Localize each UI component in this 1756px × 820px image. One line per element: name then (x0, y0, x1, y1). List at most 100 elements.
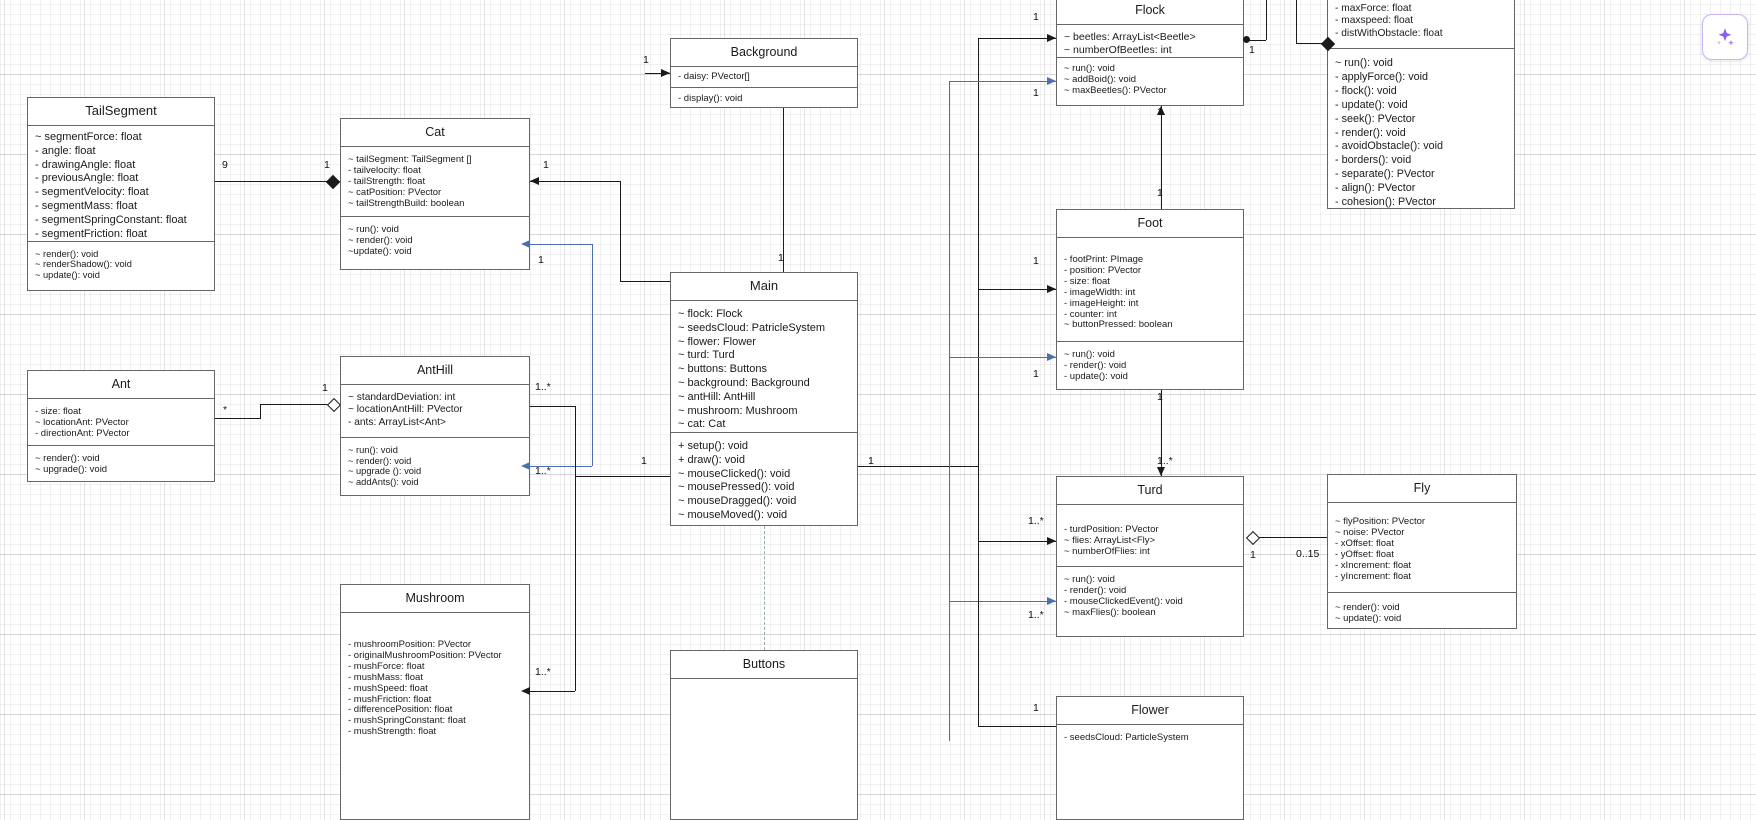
attribute-row: - footPrint: PImage (1064, 255, 1144, 265)
class-box-cat[interactable]: Cat ~ tailSegment: TailSegment [] - tail… (340, 118, 530, 270)
class-methods-tailsegment: ~ render(): void ~ renderShadow(): void … (28, 242, 214, 286)
arrowhead-foot (1047, 285, 1056, 293)
multiplicity-label: 1 (1033, 11, 1039, 23)
class-box-flock[interactable]: Flock ~ beetles: ArrayList<Beetle> ~ num… (1056, 0, 1244, 106)
multiplicity-label: 1 (1033, 368, 1039, 380)
multiplicity-label: * (223, 404, 228, 416)
attribute-row: ~ antHill: AntHill (678, 390, 756, 403)
class-methods-fly: ~ render(): void ~ update(): void (1328, 593, 1516, 631)
class-box-anthill[interactable]: AntHill ~ standardDeviation: int ~ locat… (340, 356, 530, 496)
class-methods-foot: ~ run(): void - render(): void - update(… (1057, 342, 1243, 389)
attribute-row: - daisy: PVector[] (678, 72, 750, 82)
method-row: ~update(): void (348, 246, 412, 257)
edge-buttons-main (764, 526, 765, 650)
class-box-mushroom[interactable]: Mushroom - mushroomPosition: PVector - o… (340, 584, 530, 820)
multiplicity-label: 1 (1157, 187, 1163, 199)
class-box-flower[interactable]: Flower - seedsCloud: ParticleSystem (1056, 696, 1244, 820)
class-attributes-fly: ~ flyPosition: PVector ~ noise: PVector … (1328, 503, 1516, 593)
ai-assistant-button[interactable] (1702, 14, 1748, 60)
class-box-turd[interactable]: Turd - turdPosition: PVector ~ flies: Ar… (1056, 476, 1244, 637)
multiplicity-label: 9 (222, 159, 228, 171)
class-box-buttons[interactable]: Buttons (670, 650, 858, 820)
multiplicity-label: 1 (1249, 44, 1255, 56)
arrowhead-background (661, 69, 670, 77)
edge-anthill-main-v (592, 244, 593, 466)
class-box-beetle[interactable]: - maxForce: float - maxspeed: float - di… (1327, 0, 1515, 209)
attribute-row: - segmentMass: float (35, 199, 138, 212)
method-row: ~ mouseClicked(): void (678, 467, 791, 480)
class-attributes-mushroom: - mushroomPosition: PVector - originalMu… (341, 613, 529, 744)
multiplicity-label: 0..15 (1296, 548, 1320, 560)
method-row: ~ addAnts(): void (348, 476, 419, 487)
method-row: - avoidObstacle(): void (1335, 140, 1444, 153)
edge-cat-main (530, 181, 620, 182)
multiplicity-label: 1 (538, 254, 544, 266)
diagram-canvas[interactable]: TailSegment ~ segmentForce: float - angl… (0, 0, 1756, 820)
class-box-ant[interactable]: Ant - size: float ~ locationAnt: PVector… (27, 370, 215, 482)
attribute-row: - mushroomPosition: PVector (348, 640, 472, 650)
class-box-main[interactable]: Main ~ flock: Flock ~ seedsCloud: Patric… (670, 272, 858, 526)
multiplicity-label: 1..* (1028, 609, 1044, 621)
class-title-turd: Turd (1057, 477, 1243, 505)
attribute-row: - maxForce: float (1335, 3, 1412, 14)
arrowhead-anthill-a (521, 240, 530, 248)
attribute-row: ~ seedsCloud: PatricleSystem (678, 321, 826, 334)
multiplicity-label: 1..* (535, 666, 551, 678)
method-row: ~ mousePressed(): void (678, 481, 795, 494)
attribute-row: - yOffset: float (1335, 549, 1394, 560)
attribute-row: ~ numberOfFlies: int (1064, 546, 1150, 557)
attribute-row: - turdPosition: PVector (1064, 525, 1159, 535)
edge-cat-main-vert (620, 181, 621, 281)
attribute-row: - mushMass: float (348, 672, 423, 683)
class-box-background[interactable]: Background - daisy: PVector[] - display(… (670, 38, 858, 108)
attribute-row: ~ buttons: Buttons (678, 363, 767, 376)
class-attributes-buttons (671, 679, 857, 690)
edge-blue-turd (949, 601, 1056, 602)
method-row: - align(): PVector (1335, 182, 1416, 195)
edge-trunk-flower (978, 726, 1056, 727)
edge-trunk-flower-v (978, 541, 979, 727)
class-box-fly[interactable]: Fly ~ flyPosition: PVector ~ noise: PVec… (1327, 474, 1517, 629)
attribute-row: ~ background: Background (678, 376, 810, 389)
attribute-row: - angle: float (35, 144, 96, 157)
class-title-tailsegment: TailSegment (28, 98, 214, 126)
attribute-row: - mushForce: float (348, 661, 425, 672)
attribute-row: ~ numberOfBeetles: int (1064, 44, 1172, 56)
attribute-row: - ants: ArrayList<Ant> (348, 416, 446, 428)
attribute-row: - originalMushroomPosition: PVector (348, 650, 502, 661)
method-row: ~ render(): void (348, 455, 412, 466)
attribute-row: ~ flock: Flock (678, 308, 743, 320)
edge-ant-anthill-a (215, 418, 260, 419)
class-title-ant: Ant (28, 371, 214, 399)
attribute-row: ~ turd: Turd (678, 349, 735, 362)
method-row: - display(): void (678, 94, 743, 104)
class-methods-background: - display(): void (671, 88, 857, 111)
arrowhead-flock-blue (1047, 77, 1056, 85)
method-row: ~ render(): void (35, 249, 99, 259)
attribute-row: ~ buttonPressed: boolean (1064, 320, 1173, 331)
arrowhead-foot-blue (1047, 353, 1056, 361)
edge-blue-flock (949, 81, 1056, 82)
method-row: ~ run(): void (1064, 575, 1115, 585)
multiplicity-label: 1 (1250, 549, 1256, 561)
multiplicity-label: 1..* (535, 465, 551, 477)
attribute-row: - size: float (35, 407, 81, 417)
edge-beetle-left-v (1296, 0, 1297, 43)
attribute-row: - size: float (1064, 276, 1110, 287)
attribute-row: ~ locationAnt: PVector (35, 417, 129, 428)
method-row: ~ maxFlies(): boolean (1064, 607, 1156, 618)
edge-anthill-main-black-h (575, 476, 670, 477)
method-row: ~ maxBeetles(): PVector (1064, 85, 1167, 96)
class-box-foot[interactable]: Foot - footPrint: PImage - position: PVe… (1056, 209, 1244, 390)
arrowhead-mushroom (521, 687, 530, 695)
attribute-row: - tailStrength: float (348, 176, 426, 187)
class-attributes-tailsegment: ~ segmentForce: float - angle: float - d… (28, 126, 214, 242)
attribute-row: ~ flyPosition: PVector (1335, 517, 1426, 527)
edge-blue-foot (949, 357, 1056, 358)
method-row: ~ addBoid(): void (1064, 74, 1137, 85)
attribute-row: - segmentSpringConstant: float (35, 213, 187, 226)
edge-turd-branch-h (978, 541, 1056, 542)
class-methods-anthill: ~ run(): void ~ render(): void ~ upgrade… (341, 438, 529, 493)
attribute-row: ~ segmentForce: float (35, 131, 142, 143)
class-box-tailsegment[interactable]: TailSegment ~ segmentForce: float - angl… (27, 97, 215, 291)
